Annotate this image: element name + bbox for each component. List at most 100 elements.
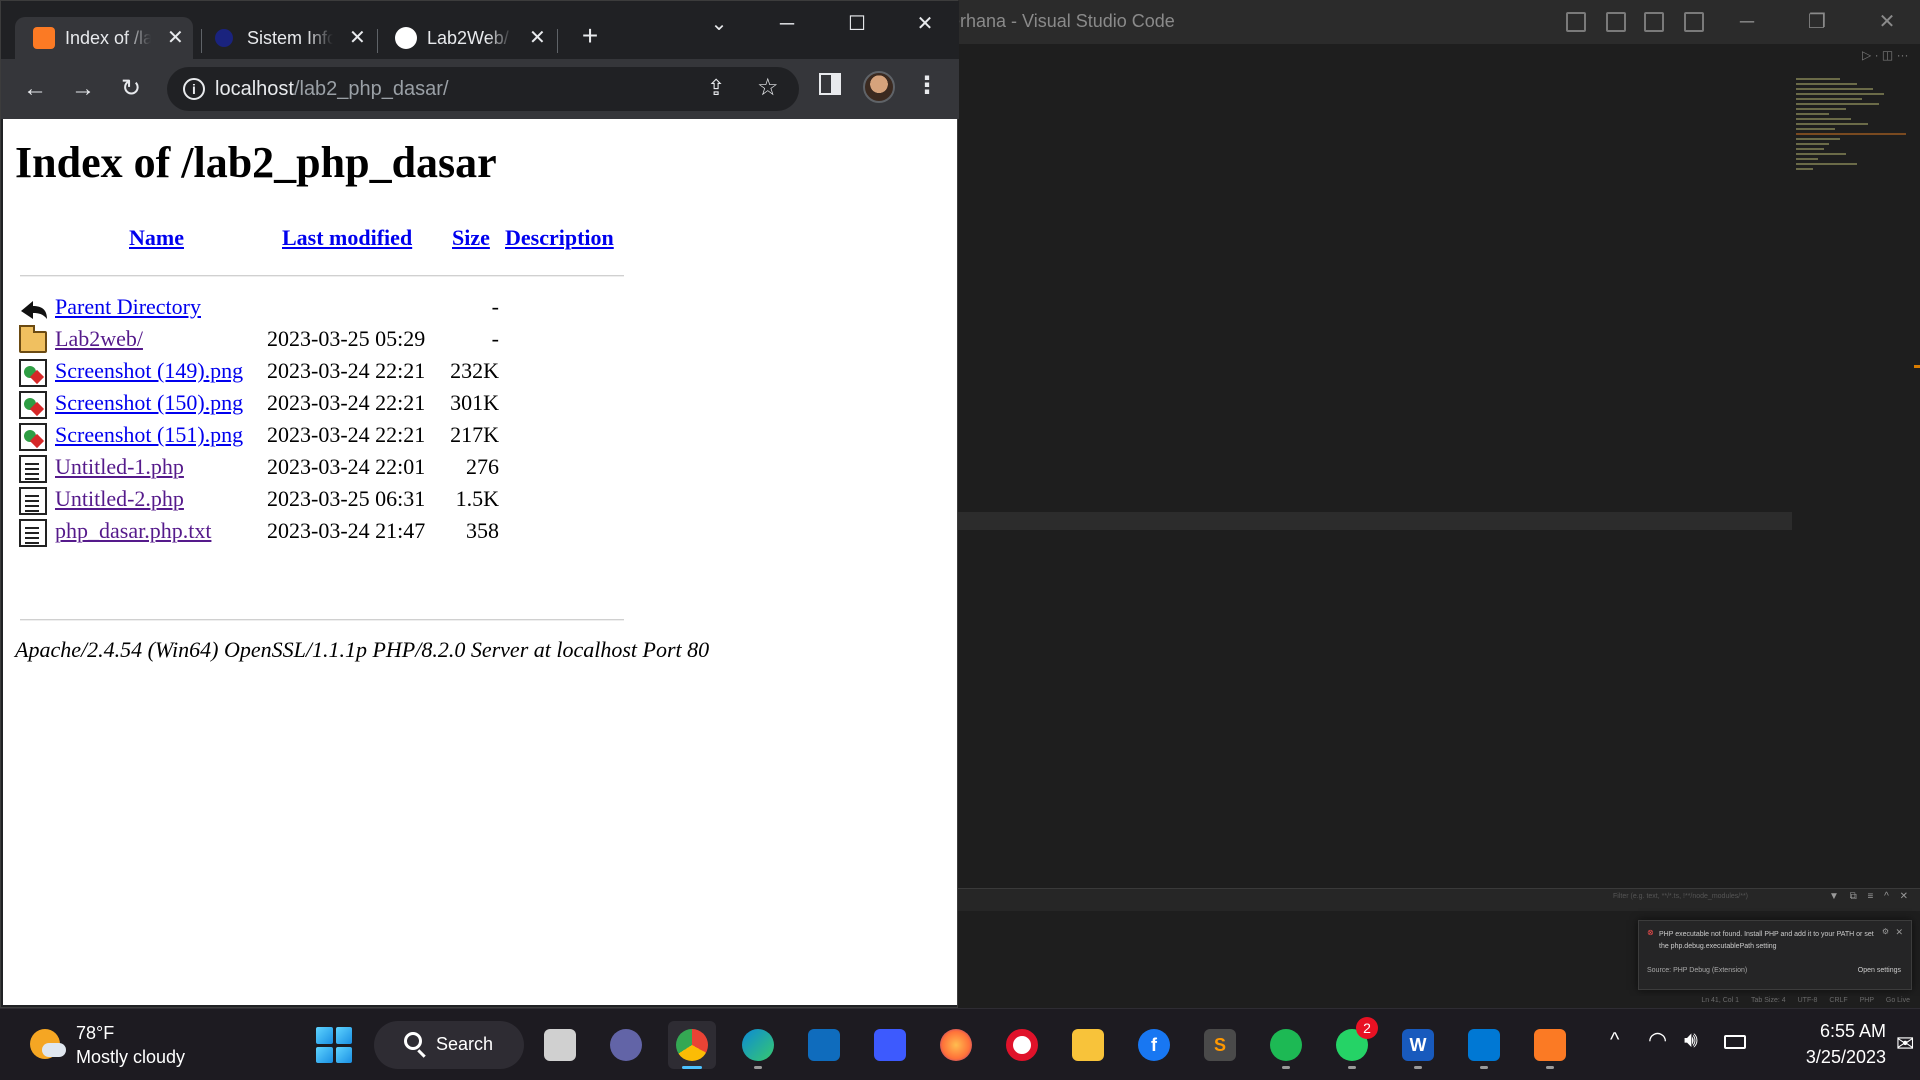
error-icon: ⊗	[1647, 928, 1654, 937]
close-icon[interactable]: ✕	[349, 25, 366, 50]
page-title: Index of /lab2_php_dasar	[15, 138, 497, 187]
text-file-icon	[19, 519, 47, 547]
weather-icon[interactable]	[30, 1029, 66, 1059]
url-path: /lab2_php_dasar/	[293, 78, 449, 100]
panel-actions[interactable]: ▼ ⧉ ≡ ^ ✕	[1829, 891, 1912, 902]
firefox-icon	[940, 1029, 972, 1061]
mail-button[interactable]	[800, 1021, 848, 1069]
share-icon[interactable]: ⇪	[707, 75, 725, 101]
status-cursor-position[interactable]: Ln 41, Col 1	[1701, 997, 1739, 1004]
running-indicator	[682, 1066, 702, 1069]
tab-lab2web[interactable]: Lab2Web/ ✕	[377, 17, 555, 59]
close-icon[interactable]: ✕	[1895, 927, 1903, 938]
new-tab-button[interactable]: +	[575, 21, 605, 51]
toggle-secondary-sidebar-icon[interactable]	[1644, 12, 1664, 32]
bookmark-star-icon[interactable]: ☆	[757, 73, 779, 102]
sort-by-name-link[interactable]: Name	[129, 225, 184, 251]
sublime-button[interactable]: S	[1196, 1021, 1244, 1069]
divider	[20, 275, 624, 277]
file-explorer-button[interactable]	[1064, 1021, 1112, 1069]
tab-sistem-informasi[interactable]: Sistem Informasi ✕	[197, 17, 375, 59]
close-window-button[interactable]: ✕	[905, 7, 945, 41]
xampp-button[interactable]	[1526, 1021, 1574, 1069]
teams-button[interactable]	[602, 1021, 650, 1069]
vscode-minimize-button[interactable]: ─	[1732, 8, 1762, 36]
file-date: 2023-03-24 22:21	[267, 390, 426, 415]
vscode-close-button[interactable]: ✕	[1872, 8, 1902, 36]
windows-logo-tile	[316, 1046, 333, 1063]
folder-icon	[1072, 1029, 1104, 1061]
maximize-button[interactable]: ☐	[837, 7, 877, 41]
clock-time[interactable]: 6:55 AM	[1770, 1021, 1886, 1042]
opera-button[interactable]	[998, 1021, 1046, 1069]
sort-by-description-link[interactable]: Description	[505, 225, 614, 251]
start-button[interactable]	[316, 1027, 352, 1063]
file-link[interactable]: Untitled-2.php	[55, 486, 184, 512]
minimap[interactable]	[1796, 78, 1906, 208]
battery-icon[interactable]	[1724, 1035, 1746, 1049]
tab-index-of[interactable]: Index of /lab2_php_dasar ✕	[15, 17, 193, 59]
edge-button[interactable]	[734, 1021, 782, 1069]
gear-icon[interactable]: ⚙	[1882, 927, 1889, 936]
spotify-button[interactable]	[1262, 1021, 1310, 1069]
file-link[interactable]: Untitled-1.php	[55, 454, 184, 480]
notification-badge: 2	[1356, 1017, 1378, 1039]
notification-center-icon[interactable]: ✉︎	[1896, 1031, 1914, 1057]
open-settings-button[interactable]: Open settings	[1858, 967, 1901, 974]
clock-date[interactable]: 3/25/2023	[1770, 1047, 1886, 1068]
vs-dev-button[interactable]	[866, 1021, 914, 1069]
weather-temperature[interactable]: 78°F	[76, 1023, 114, 1044]
sort-by-size-link[interactable]: Size	[452, 225, 490, 251]
show-hidden-icons-chevron-up-icon[interactable]: ^	[1610, 1029, 1619, 1052]
toggle-sidebar-icon[interactable]	[1566, 12, 1586, 32]
site-info-icon[interactable]: i	[183, 78, 205, 100]
address-bar[interactable]: i localhost/lab2_php_dasar/ ⇪ ☆	[167, 67, 799, 111]
address-url[interactable]: localhost/lab2_php_dasar/	[215, 78, 449, 101]
profile-avatar[interactable]	[863, 71, 895, 103]
weather-description[interactable]: Mostly cloudy	[76, 1047, 185, 1068]
status-encoding[interactable]: UTF-8	[1798, 997, 1818, 1004]
vscode-button[interactable]	[1460, 1021, 1508, 1069]
chrome-button[interactable]	[668, 1021, 716, 1069]
current-line-highlight	[958, 512, 1792, 530]
file-link[interactable]: Screenshot (151).png	[55, 422, 243, 448]
back-arrow-icon[interactable]: ←	[19, 73, 51, 105]
close-icon[interactable]: ✕	[167, 25, 184, 50]
facebook-button[interactable]: f	[1130, 1021, 1178, 1069]
file-link[interactable]: php_dasar.php.txt	[55, 518, 211, 544]
spotify-icon	[1270, 1029, 1302, 1061]
file-date: 2023-03-24 22:21	[267, 422, 426, 447]
word-icon: W	[1402, 1029, 1434, 1061]
problems-filter-input[interactable]: Filter (e.g. text, **/*.ts, !**/node_mod…	[1613, 893, 1748, 900]
taskbar-search[interactable]: Search	[374, 1021, 524, 1069]
file-link[interactable]: Parent Directory	[55, 294, 201, 320]
wifi-icon[interactable]: ◠	[1648, 1027, 1667, 1053]
status-tab-size[interactable]: Tab Size: 4	[1751, 997, 1786, 1004]
sort-by-last-modified-link[interactable]: Last modified	[282, 225, 412, 251]
tab-search-chevron-down-icon[interactable]: ⌄	[699, 7, 739, 41]
file-link[interactable]: Screenshot (150).png	[55, 390, 243, 416]
minimize-button[interactable]: ─	[767, 7, 807, 41]
side-panel-icon[interactable]	[819, 73, 841, 95]
status-language[interactable]: PHP	[1860, 997, 1874, 1004]
whatsapp-button[interactable]: 2	[1328, 1017, 1378, 1069]
file-link[interactable]: Screenshot (149).png	[55, 358, 243, 384]
word-button[interactable]: W	[1394, 1021, 1442, 1069]
volume-icon[interactable]: 🔊︎	[1684, 1027, 1698, 1053]
more-menu-icon[interactable]: ⋮	[915, 71, 939, 100]
close-icon[interactable]: ✕	[529, 25, 546, 50]
browser-toolbar: ← → ↻ i localhost/lab2_php_dasar/ ⇪ ☆ ⋮	[1, 59, 959, 119]
status-eol[interactable]: CRLF	[1829, 997, 1847, 1004]
task-view-button[interactable]	[536, 1021, 584, 1069]
file-link[interactable]: Lab2web/	[55, 326, 143, 352]
customize-layout-icon[interactable]	[1684, 12, 1704, 32]
reload-icon[interactable]: ↻	[115, 73, 147, 105]
search-label: Search	[436, 1034, 494, 1054]
toggle-panel-icon[interactable]	[1606, 12, 1626, 32]
vscode-restore-button[interactable]: ❐	[1802, 8, 1832, 36]
forward-arrow-icon[interactable]: →	[67, 73, 99, 105]
list-item: Screenshot (149).png 2023-03-24 22:21 23…	[3, 357, 703, 389]
status-go-live[interactable]: Go Live	[1886, 997, 1910, 1004]
firefox-button[interactable]	[932, 1021, 980, 1069]
editor-actions[interactable]: ▷ · ◫ ···	[1862, 48, 1909, 62]
